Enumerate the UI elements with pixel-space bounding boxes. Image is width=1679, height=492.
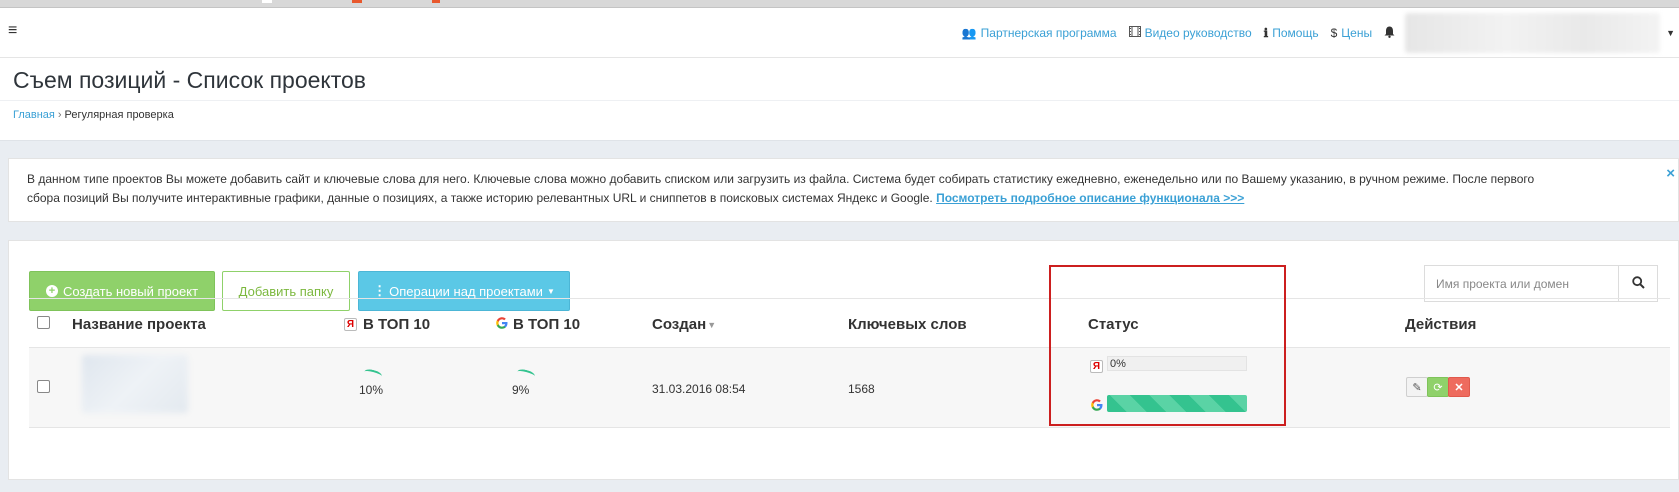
page-title: Съем позиций - Список проектов: [13, 67, 367, 93]
search-icon: [1631, 275, 1645, 292]
column-header-google-top-label: В ТОП 10: [513, 316, 581, 333]
breadcrumb-current: Регулярная проверка: [64, 109, 174, 121]
yandex-icon: Я: [344, 318, 357, 331]
info-notice-text: В данном типе проектов Вы можете добавит…: [27, 170, 1567, 208]
column-header-keywords[interactable]: Ключевых слов: [848, 316, 967, 333]
google-icon: [496, 317, 508, 332]
refresh-icon: ⟳: [1433, 381, 1443, 394]
browser-chrome-strip: [0, 0, 1679, 8]
dollar-icon: $: [1330, 26, 1338, 40]
info-description-link[interactable]: Посмотреть подробное описание функционал…: [936, 191, 1244, 205]
info-notice: В данном типе проектов Вы можете добавит…: [8, 158, 1679, 222]
plus-circle-icon: +: [45, 285, 58, 297]
user-account-area[interactable]: [1405, 13, 1661, 53]
video-guide-link[interactable]: Видео руководство: [1128, 26, 1252, 40]
column-header-created[interactable]: Создан ▼: [652, 316, 716, 333]
column-header-created-label: Создан: [652, 316, 707, 333]
column-header-yandex-top[interactable]: Я В ТОП 10: [344, 316, 430, 333]
top-navbar: ≡ 👥 Партнерская программа Видео руководс…: [0, 8, 1679, 58]
refresh-button[interactable]: ⟳: [1427, 377, 1449, 397]
column-header-actions: Действия: [1405, 316, 1476, 333]
page-header: Съем позиций - Список проектов Главная › Р…: [0, 58, 1679, 141]
status-highlight-frame: [1049, 265, 1286, 426]
info-notice-body: В данном типе проектов Вы можете добавит…: [27, 172, 1535, 205]
row-checkbox[interactable]: [37, 380, 50, 393]
delete-button[interactable]: ✕: [1448, 377, 1470, 397]
table-header: Название проекта Я В ТОП 10 В ТОП 10 Соз…: [29, 298, 1670, 348]
column-header-google-top[interactable]: В ТОП 10: [496, 316, 580, 333]
table-row: 10% 9% 31.03.2016 08:54 1568 Я 0% ✎ ⟳ ✕: [29, 348, 1670, 428]
edit-button[interactable]: ✎: [1406, 377, 1428, 397]
handshake-icon: 👥: [961, 26, 977, 40]
row-created-date: 31.03.2016 08:54: [652, 382, 746, 396]
chevron-down-icon[interactable]: ▼: [1666, 28, 1675, 38]
google-top-spinner-icon: [516, 367, 536, 381]
prices-link[interactable]: $ Цены: [1331, 26, 1373, 40]
film-icon: [1128, 26, 1141, 40]
row-google-top-value: 9%: [512, 383, 530, 397]
row-keywords-count: 1568: [848, 382, 875, 396]
column-header-actions-label: Действия: [1405, 316, 1477, 333]
video-guide-label: Видео руководство: [1144, 26, 1252, 40]
project-operations-label: Операции над проектами: [389, 283, 543, 299]
column-header-name-label: Название проекта: [72, 316, 206, 333]
prices-label: Цены: [1341, 26, 1373, 40]
sort-caret-icon: ▼: [707, 319, 717, 330]
project-name-blurred[interactable]: [82, 355, 188, 413]
search-button[interactable]: [1619, 266, 1657, 301]
column-header-keywords-label: Ключевых слов: [848, 316, 967, 333]
breadcrumb-separator: ›: [57, 109, 62, 121]
column-header-yandex-top-label: В ТОП 10: [363, 316, 431, 333]
vertical-dots-icon: ⋮: [373, 283, 387, 298]
row-yandex-top-value: 10%: [359, 383, 384, 397]
search-input[interactable]: [1425, 266, 1619, 301]
add-folder-label: Добавить папку: [238, 283, 334, 299]
yandex-top-spinner-icon: [363, 367, 383, 381]
breadcrumb-home-link[interactable]: Главная: [13, 109, 55, 121]
close-icon[interactable]: ×: [1666, 165, 1675, 182]
header-divider: [0, 100, 1679, 101]
top-nav-links: 👥 Партнерская программа Видео руководств…: [962, 8, 1679, 58]
help-link[interactable]: ℹ Помощь: [1264, 26, 1319, 40]
info-icon: ℹ: [1263, 26, 1269, 40]
pencil-icon: ✎: [1412, 381, 1422, 394]
breadcrumb: Главная › Регулярная проверка: [13, 109, 174, 121]
partner-program-label: Партнерская программа: [980, 26, 1117, 40]
bell-icon[interactable]: [1384, 26, 1395, 41]
menu-icon[interactable]: ≡: [8, 22, 17, 40]
help-label: Помощь: [1272, 26, 1319, 40]
select-all-checkbox[interactable]: [37, 316, 50, 329]
project-search: [1424, 265, 1658, 302]
caret-down-icon: ▼: [546, 286, 555, 296]
projects-panel: + Создать новый проект Добавить папку ⋮ …: [8, 240, 1679, 480]
close-icon: ✕: [1454, 381, 1464, 394]
create-project-label: Создать новый проект: [62, 283, 199, 299]
column-header-name[interactable]: Название проекта: [72, 316, 206, 333]
partner-program-link[interactable]: 👥 Партнерская программа: [962, 26, 1117, 40]
